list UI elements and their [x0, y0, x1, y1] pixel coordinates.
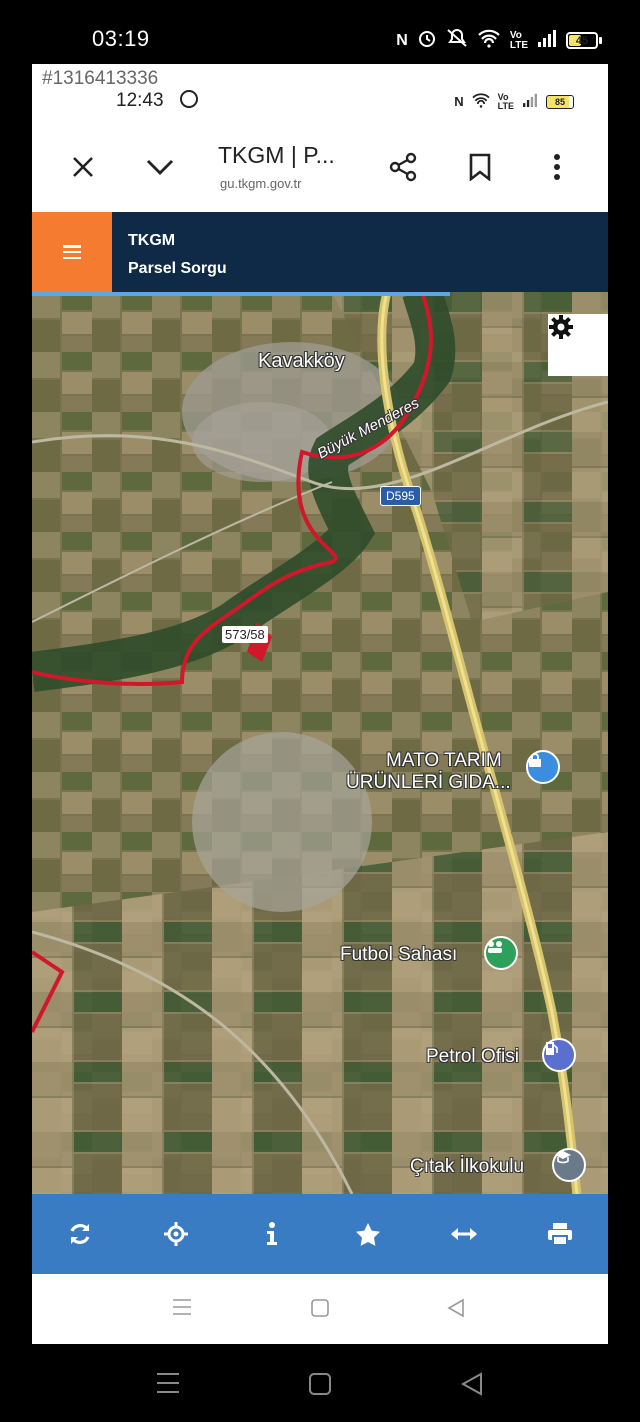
bookmark-icon[interactable]: [465, 152, 495, 182]
poi-petrol-label: Petrol Ofisi: [426, 1046, 519, 1067]
parcel-label[interactable]: 573/58: [222, 626, 268, 643]
satellite-map[interactable]: Kavakköy Büyük Menderes D595 573/58 MATO…: [32, 292, 608, 1194]
screen-capture: #1316413336 12:43 N Vo LTE 85 TKGM | P...…: [32, 64, 608, 1344]
battery-icon: 45: [566, 32, 598, 49]
village-label: Kavakköy: [258, 350, 345, 372]
inner-home-icon[interactable]: [310, 1298, 330, 1318]
volte-icon: Vo LTE: [509, 29, 528, 51]
fuel-pin-icon[interactable]: [542, 1038, 576, 1072]
whatsapp-icon: [180, 90, 198, 108]
road-shield: D595: [380, 486, 421, 506]
locate-icon[interactable]: [156, 1214, 196, 1254]
gear-icon: [549, 315, 573, 339]
inner-wifi-icon: [471, 92, 491, 111]
mute-icon: [446, 28, 468, 53]
poi-school-label: Çıtak İlkokulu: [410, 1156, 525, 1177]
lock-pin-icon[interactable]: [526, 750, 560, 784]
measure-icon[interactable]: [444, 1214, 484, 1254]
page-url[interactable]: gu.tkgm.gov.tr: [220, 176, 301, 191]
poi-mato-label: MATO TARIM: [386, 750, 502, 771]
inner-recents-icon[interactable]: [172, 1298, 192, 1316]
image-tag: #1316413336: [42, 68, 159, 89]
menu-icon: [63, 245, 81, 259]
refresh-icon[interactable]: [60, 1214, 100, 1254]
system-status-bar: 03:19 N Vo LTE 45: [0, 0, 640, 64]
school-pin-icon[interactable]: [552, 1148, 586, 1182]
inner-back-icon[interactable]: [446, 1298, 466, 1318]
info-icon[interactable]: [252, 1214, 292, 1254]
inner-volte-icon: Vo LTE: [497, 91, 514, 111]
inner-status-time: 12:43: [116, 90, 164, 111]
poi-mato-label-2: ÜRÜNLERİ GIDA...: [346, 772, 511, 793]
print-icon[interactable]: [540, 1214, 580, 1254]
share-icon[interactable]: [388, 152, 418, 182]
app-subtitle: Parsel Sorgu: [128, 260, 227, 277]
back-icon[interactable]: [460, 1372, 484, 1396]
system-navigation-bar: [0, 1344, 640, 1422]
browser-toolbar: TKGM | P... gu.tkgm.gov.tr: [32, 122, 608, 212]
inner-navigation-bar: [32, 1274, 608, 1344]
battery-tip: [599, 37, 602, 44]
wifi-icon: [477, 28, 501, 53]
chevron-down-icon[interactable]: [145, 152, 175, 182]
more-vert-icon[interactable]: [542, 152, 572, 182]
map-imagery: [32, 292, 608, 1194]
inner-status-icons: N Vo LTE 85: [454, 92, 574, 111]
map-toolbar: [32, 1194, 608, 1274]
inner-status-bar: #1316413336 12:43 N Vo LTE 85: [32, 64, 608, 122]
close-icon[interactable]: [68, 152, 98, 182]
inner-battery-icon: 85: [546, 94, 574, 109]
nfc-icon: N: [396, 31, 408, 49]
signal-icon: [537, 29, 557, 52]
alarm-icon: [417, 28, 437, 53]
inner-signal-icon: [521, 93, 539, 110]
app-header: TKGM Parsel Sorgu: [32, 212, 608, 292]
recents-icon[interactable]: [156, 1372, 180, 1394]
inner-nfc-icon: N: [454, 94, 464, 109]
star-icon[interactable]: [348, 1214, 388, 1254]
poi-futbol-label: Futbol Sahası: [340, 944, 458, 965]
page-title: TKGM | P...: [218, 142, 335, 168]
status-time: 03:19: [92, 26, 150, 51]
home-icon[interactable]: [308, 1372, 332, 1396]
status-icons: N Vo LTE 45: [396, 28, 602, 53]
hamburger-menu-button[interactable]: [32, 212, 112, 292]
sports-pin-icon[interactable]: [484, 936, 518, 970]
page-load-progress: [32, 292, 450, 296]
settings-button[interactable]: [548, 314, 608, 376]
app-title: TKGM: [128, 232, 176, 249]
